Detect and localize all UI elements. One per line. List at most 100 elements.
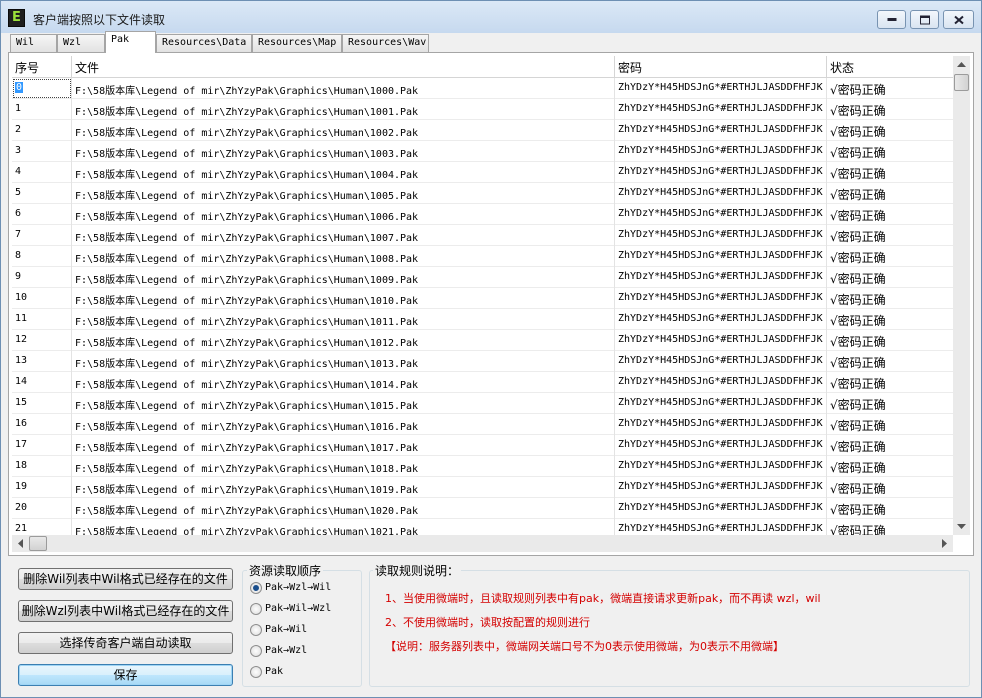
cell-index: 16 [12, 414, 72, 435]
save-button[interactable]: 保存 [18, 664, 233, 686]
cell-file: F:\58版本库\Legend of mir\ZhYzyPak\Graphics… [72, 141, 615, 162]
rule-line-2: 2、不使用微端时，读取按配置的规则进行 [385, 616, 590, 629]
table-row[interactable]: 0 F:\58版本库\Legend of mir\ZhYzyPak\Graphic… [12, 78, 953, 99]
close-button[interactable] [943, 10, 974, 29]
radio-label: Pak→Wzl [265, 645, 308, 656]
cell-status: √密码正确 [830, 125, 886, 139]
title-bar[interactable]: E 客户端按照以下文件读取 [1, 1, 981, 33]
tab-resources-data[interactable]: Resources\Data [156, 34, 252, 52]
cell-file: F:\58版本库\Legend of mir\ZhYzyPak\Graphics… [72, 78, 615, 99]
cell-password: ZhYDzY*H45HDSJnG*#ERTHJLJASDDFHFJK [615, 204, 827, 225]
tab-wzl[interactable]: Wzl [57, 34, 105, 52]
column-header-password[interactable]: 密码 [615, 56, 827, 78]
table-row[interactable]: 11 F:\58版本库\Legend of mir\ZhYzyPak\Graphi… [12, 309, 953, 330]
table-row[interactable]: 15 F:\58版本库\Legend of mir\ZhYzyPak\Graphi… [12, 393, 953, 414]
cell-status: √密码正确 [830, 419, 886, 433]
table-row[interactable]: 8 F:\58版本库\Legend of mir\ZhYzyPak\Graphic… [12, 246, 953, 267]
table-row[interactable]: 17 F:\58版本库\Legend of mir\ZhYzyPak\Graphi… [12, 435, 953, 456]
cell-file: F:\58版本库\Legend of mir\ZhYzyPak\Graphics… [72, 351, 615, 372]
cell-status: √密码正确 [830, 230, 886, 244]
tab-pak[interactable]: Pak [105, 31, 156, 53]
cell-status: √密码正确 [830, 83, 886, 97]
table-row[interactable]: 4 F:\58版本库\Legend of mir\ZhYzyPak\Graphic… [12, 162, 953, 183]
scroll-up-icon[interactable] [957, 62, 966, 67]
cell-status: √密码正确 [830, 188, 886, 202]
table-row[interactable]: 6 F:\58版本库\Legend of mir\ZhYzyPak\Graphic… [12, 204, 953, 225]
app-icon: E [8, 9, 25, 27]
auto-read-client-button[interactable]: 选择传奇客户端自动读取 [18, 632, 233, 654]
pak-file-table[interactable]: 序号 文件 密码 状态 0 F:\58版本库\Legend of mir\ZhYz… [12, 56, 953, 535]
radio-dot[interactable] [250, 603, 262, 615]
cell-password: ZhYDzY*H45HDSJnG*#ERTHJLJASDDFHFJK [615, 519, 827, 535]
cell-file: F:\58版本库\Legend of mir\ZhYzyPak\Graphics… [72, 435, 615, 456]
column-header-status[interactable]: 状态 [827, 56, 953, 78]
column-header-index[interactable]: 序号 [12, 56, 72, 78]
cell-file: F:\58版本库\Legend of mir\ZhYzyPak\Graphics… [72, 99, 615, 120]
radio-dot[interactable] [250, 666, 262, 678]
horizontal-scroll-thumb[interactable] [29, 536, 47, 551]
table-row[interactable]: 20 F:\58版本库\Legend of mir\ZhYzyPak\Graphi… [12, 498, 953, 519]
cell-file: F:\58版本库\Legend of mir\ZhYzyPak\Graphics… [72, 120, 615, 141]
radio-label: Pak→Wzl→Wil [265, 582, 332, 593]
cell-index: 20 [12, 498, 72, 519]
table-row[interactable]: 3 F:\58版本库\Legend of mir\ZhYzyPak\Graphic… [12, 141, 953, 162]
cell-index: 17 [12, 435, 72, 456]
table-row[interactable]: 18 F:\58版本库\Legend of mir\ZhYzyPak\Graphi… [12, 456, 953, 477]
cell-index: 12 [12, 330, 72, 351]
radio-dot[interactable] [250, 582, 262, 594]
table-row[interactable]: 21 F:\58版本库\Legend of mir\ZhYzyPak\Graphi… [12, 519, 953, 535]
cell-index: 15 [12, 393, 72, 414]
vertical-scroll-thumb[interactable] [954, 74, 969, 91]
cell-password: ZhYDzY*H45HDSJnG*#ERTHJLJASDDFHFJK [615, 183, 827, 204]
scroll-down-icon[interactable] [957, 524, 966, 529]
table-row[interactable]: 14 F:\58版本库\Legend of mir\ZhYzyPak\Graphi… [12, 372, 953, 393]
tab-wil[interactable]: Wil [10, 34, 57, 52]
cell-status: √密码正确 [830, 503, 886, 517]
tab-resources-wav[interactable]: Resources\Wav [342, 34, 429, 52]
cell-file: F:\58版本库\Legend of mir\ZhYzyPak\Graphics… [72, 204, 615, 225]
table-row[interactable]: 16 F:\58版本库\Legend of mir\ZhYzyPak\Graphi… [12, 414, 953, 435]
cell-password: ZhYDzY*H45HDSJnG*#ERTHJLJASDDFHFJK [615, 435, 827, 456]
cell-password: ZhYDzY*H45HDSJnG*#ERTHJLJASDDFHFJK [615, 309, 827, 330]
table-row[interactable]: 5 F:\58版本库\Legend of mir\ZhYzyPak\Graphic… [12, 183, 953, 204]
cell-password: ZhYDzY*H45HDSJnG*#ERTHJLJASDDFHFJK [615, 393, 827, 414]
delete-wil-button[interactable]: 删除Wil列表中Wil格式已经存在的文件 [18, 568, 233, 590]
column-header-file[interactable]: 文件 [72, 56, 615, 78]
rule-line-1: 1、当使用微端时，且读取规则列表中有pak，微端直接请求更新pak，而不再读 w… [385, 592, 821, 605]
cell-file: F:\58版本库\Legend of mir\ZhYzyPak\Graphics… [72, 267, 615, 288]
radio-label: Pak→Wil [265, 624, 308, 635]
radio-dot[interactable] [250, 645, 262, 657]
cell-password: ZhYDzY*H45HDSJnG*#ERTHJLJASDDFHFJK [615, 330, 827, 351]
table-row[interactable]: 19 F:\58版本库\Legend of mir\ZhYzyPak\Graphi… [12, 477, 953, 498]
table-row[interactable]: 12 F:\58版本库\Legend of mir\ZhYzyPak\Graphi… [12, 330, 953, 351]
cell-index: 2 [12, 120, 72, 141]
cell-index: 6 [12, 204, 72, 225]
radio-label: Pak [265, 666, 284, 677]
radio-dot[interactable] [250, 624, 262, 636]
cell-file: F:\58版本库\Legend of mir\ZhYzyPak\Graphics… [72, 519, 615, 535]
tab-resources-map[interactable]: Resources\Map [252, 34, 342, 52]
vertical-scrollbar[interactable] [953, 56, 970, 535]
cell-file: F:\58版本库\Legend of mir\ZhYzyPak\Graphics… [72, 183, 615, 204]
table-row[interactable]: 9 F:\58版本库\Legend of mir\ZhYzyPak\Graphic… [12, 267, 953, 288]
cell-password: ZhYDzY*H45HDSJnG*#ERTHJLJASDDFHFJK [615, 414, 827, 435]
cell-password: ZhYDzY*H45HDSJnG*#ERTHJLJASDDFHFJK [615, 120, 827, 141]
cell-file: F:\58版本库\Legend of mir\ZhYzyPak\Graphics… [72, 330, 615, 351]
delete-wzl-button[interactable]: 删除Wzl列表中Wil格式已经存在的文件 [18, 600, 233, 622]
table-row[interactable]: 2 F:\58版本库\Legend of mir\ZhYzyPak\Graphic… [12, 120, 953, 141]
cell-status: √密码正确 [830, 272, 886, 286]
table-row[interactable]: 10 F:\58版本库\Legend of mir\ZhYzyPak\Graphi… [12, 288, 953, 309]
cell-password: ZhYDzY*H45HDSJnG*#ERTHJLJASDDFHFJK [615, 351, 827, 372]
table-row[interactable]: 1 F:\58版本库\Legend of mir\ZhYzyPak\Graphic… [12, 99, 953, 120]
cell-index: 11 [12, 309, 72, 330]
scroll-right-icon[interactable] [942, 539, 947, 548]
scroll-left-icon[interactable] [18, 539, 23, 548]
cell-status: √密码正确 [830, 251, 886, 265]
horizontal-scrollbar[interactable] [12, 535, 953, 552]
table-row[interactable]: 13 F:\58版本库\Legend of mir\ZhYzyPak\Graphi… [12, 351, 953, 372]
cell-password: ZhYDzY*H45HDSJnG*#ERTHJLJASDDFHFJK [615, 141, 827, 162]
table-row[interactable]: 7 F:\58版本库\Legend of mir\ZhYzyPak\Graphic… [12, 225, 953, 246]
minimize-button[interactable] [877, 10, 906, 29]
maximize-button[interactable] [910, 10, 939, 29]
cell-index: 14 [12, 372, 72, 393]
